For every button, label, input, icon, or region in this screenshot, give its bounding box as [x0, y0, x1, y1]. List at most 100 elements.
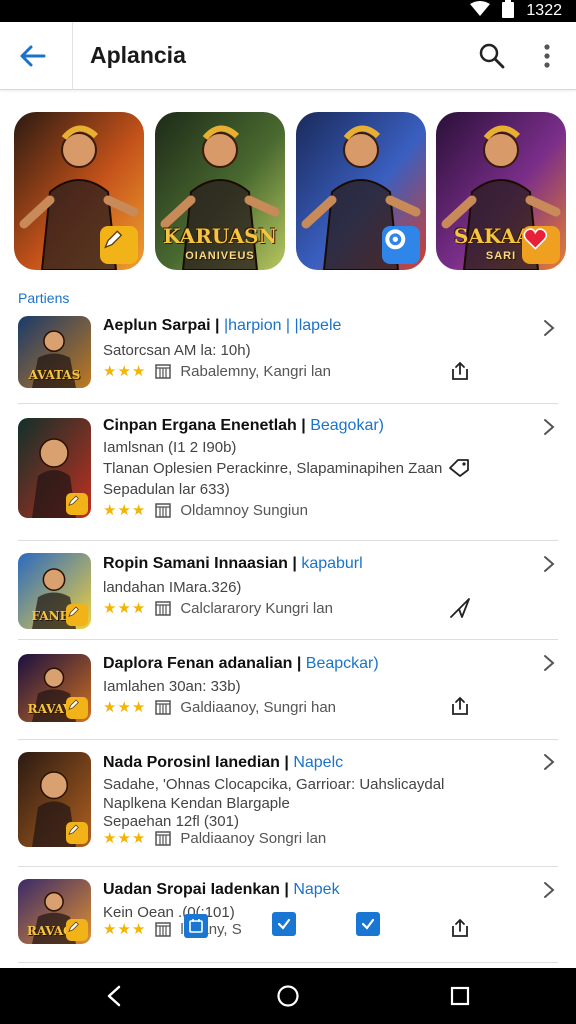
- select-checkbox[interactable]: [184, 914, 208, 938]
- rating-row: ★★★ Oldamnoy Sungiun: [103, 500, 308, 520]
- chevron-right-icon[interactable]: [538, 751, 560, 773]
- app-title-line: Aeplun Sarpai | |harpion | |lapele: [103, 316, 341, 336]
- building-icon: [154, 501, 172, 519]
- app-developer-link[interactable]: Napelc: [293, 754, 343, 771]
- tag-icon[interactable]: [448, 455, 472, 479]
- check-icon: [277, 918, 291, 930]
- app-thumbnail[interactable]: AVATAS: [18, 316, 91, 388]
- chevron-right-icon[interactable]: [538, 317, 560, 339]
- search-icon: [479, 43, 505, 69]
- list-divider: [18, 739, 558, 740]
- share-box-icon[interactable]: [448, 694, 472, 718]
- app-detail-line: Iamlsnan (I1 2 I90b): [103, 439, 237, 456]
- more-vert-icon: [544, 44, 550, 68]
- app-developer-link[interactable]: Beagokar): [310, 417, 384, 434]
- app-thumbnail[interactable]: RAVAVE: [18, 654, 91, 722]
- list-divider: [18, 540, 558, 541]
- nav-home-button[interactable]: [270, 978, 306, 1014]
- star-rating: ★★★: [103, 502, 147, 519]
- building-icon: [154, 362, 172, 380]
- star-rating: ★★★: [103, 921, 147, 938]
- app-title-line: Daplora Fenan adanalian | Beapckar): [103, 654, 379, 674]
- status-bar: 1322: [0, 0, 576, 22]
- app-thumbnail[interactable]: RAVAGS: [18, 879, 91, 944]
- section-label: Partiens: [18, 290, 70, 306]
- app-bar-divider: [72, 22, 73, 90]
- list-divider: [18, 866, 558, 867]
- check-icon: [361, 918, 375, 930]
- chevron-right-icon[interactable]: [538, 879, 560, 901]
- square-recents-icon: [450, 986, 470, 1006]
- app-category: Oldamnoy Sungiun: [180, 501, 308, 519]
- chevron-right-icon[interactable]: [538, 416, 560, 438]
- app-category: Paldiaanoy Songri lan: [180, 829, 327, 847]
- select-checkbox[interactable]: [356, 912, 380, 936]
- app-title-line: Uadan Sropai Iadenkan | Napek: [103, 880, 340, 900]
- app-detail-line: Sadahe, 'Ohnas Clocapcika, Garrioar: Uah…: [103, 776, 445, 793]
- app-category: Rabalemny, Kangri lan: [180, 362, 331, 380]
- app-detail-line: landahan IMara.326): [103, 579, 242, 596]
- featured-banner[interactable]: SAKAAR SARI: [436, 112, 566, 270]
- search-button[interactable]: [474, 38, 510, 74]
- share-box-icon[interactable]: [448, 359, 472, 383]
- list-divider: [18, 403, 558, 404]
- app-developer-link[interactable]: Beapckar): [306, 655, 379, 672]
- heart-icon: [522, 226, 560, 264]
- app-name: Daplora Fenan adanalian |: [103, 655, 302, 672]
- featured-banner[interactable]: KARUASN OIANIVEUS: [155, 112, 285, 270]
- back-button[interactable]: [12, 36, 52, 76]
- app-category: Galdiaanoy, Sungri han: [180, 698, 337, 716]
- app-developer-link[interactable]: kapaburl: [301, 555, 362, 572]
- share-box-icon[interactable]: [448, 916, 472, 940]
- app-thumbnail[interactable]: FANES: [18, 553, 91, 629]
- app-developer-link[interactable]: Napek: [293, 881, 339, 898]
- gear-icon: [382, 226, 420, 264]
- select-checkbox[interactable]: [272, 912, 296, 936]
- circle-home-icon: [277, 985, 299, 1007]
- pen-icon: [66, 697, 88, 719]
- pen-icon: [66, 493, 88, 515]
- rating-row: ★★★ llarany, S: [103, 919, 242, 939]
- more-options-button[interactable]: [532, 38, 562, 74]
- chevron-right-icon[interactable]: [538, 553, 560, 575]
- pen-icon: [100, 226, 138, 264]
- nav-recents-button[interactable]: [442, 978, 478, 1014]
- building-icon: [154, 920, 172, 938]
- app-title-line: Nada Porosinl Ianedian | Napelc: [103, 753, 343, 773]
- arrow-left-icon: [20, 45, 46, 67]
- app-detail-line: Iamlahen 30an: 33b): [103, 678, 241, 695]
- app-name: Nada Porosinl Ianedian |: [103, 754, 289, 771]
- rating-row: ★★★ Rabalemny, Kangri lan: [103, 361, 331, 381]
- banner-title: KARUASN: [163, 224, 277, 248]
- rating-row: ★★★ Paldiaanoy Songri lan: [103, 828, 326, 848]
- nav-back-button[interactable]: [96, 978, 132, 1014]
- list-divider: [18, 962, 558, 963]
- app-name: Aeplun Sarpai |: [103, 317, 220, 334]
- building-icon: [154, 698, 172, 716]
- app-detail-line: Sepadulan lar 633): [103, 481, 230, 498]
- building-icon: [154, 829, 172, 847]
- building-icon: [154, 599, 172, 617]
- app-title-line: Cinpan Ergana Enenetlah | Beagokar): [103, 416, 384, 436]
- app-thumbnail[interactable]: [18, 418, 91, 518]
- star-rating: ★★★: [103, 600, 147, 617]
- app-detail-line: Tlanan Oplesien Perackinre, Slapaminapih…: [103, 460, 443, 477]
- star-rating: ★★★: [103, 830, 147, 847]
- app-name: Cinpan Ergana Enenetlah |: [103, 417, 306, 434]
- battery-icon: [502, 0, 515, 23]
- triangle-back-icon: [107, 985, 121, 1007]
- app-developer-link[interactable]: |harpion | |lapele: [224, 317, 341, 334]
- send-icon[interactable]: [448, 596, 472, 620]
- featured-banner[interactable]: [296, 112, 426, 270]
- pen-icon: [66, 604, 88, 626]
- chevron-right-icon[interactable]: [538, 652, 560, 674]
- app-detail-line: Satorcsan AM la: 10h): [103, 342, 251, 359]
- pen-icon: [66, 919, 88, 941]
- app-title-line: Ropin Samani Innaasian | kapaburl: [103, 554, 363, 574]
- wifi-icon: [470, 0, 491, 22]
- app-thumbnail[interactable]: [18, 752, 91, 847]
- page-title: Aplancia: [90, 42, 186, 68]
- featured-banner[interactable]: [14, 112, 144, 270]
- app-name: Ropin Samani Innaasian |: [103, 555, 297, 572]
- rating-row: ★★★ Galdiaanoy, Sungri han: [103, 697, 336, 717]
